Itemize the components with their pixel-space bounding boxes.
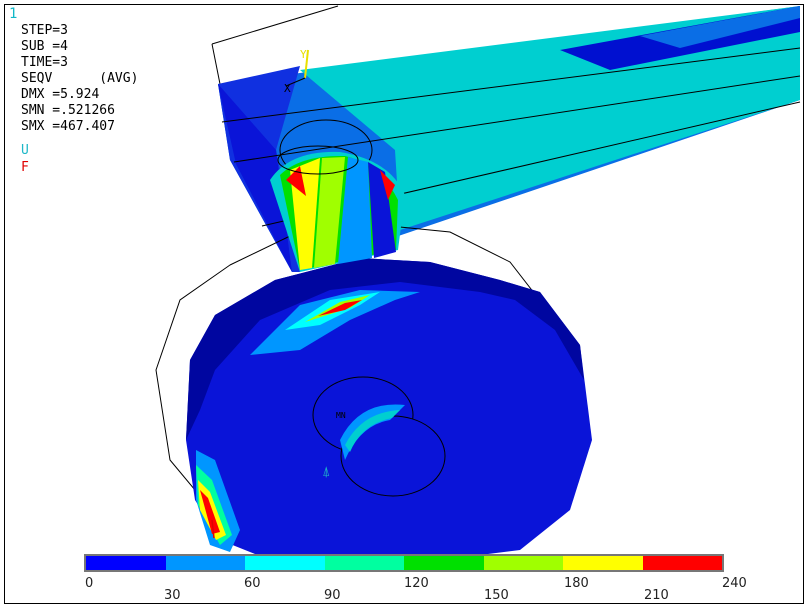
info-result-type: SEQV (AVG) <box>21 71 139 86</box>
colorbar-label: 180 <box>564 576 589 591</box>
colorbar-segment <box>165 556 245 570</box>
node-label: MN <box>336 411 346 420</box>
colorbar-label: 0 <box>85 576 94 591</box>
colorbar-segment <box>245 556 325 570</box>
colorbar-label: 210 <box>644 588 669 603</box>
colorbar-label: 90 <box>324 588 341 603</box>
deformed-disc <box>186 258 592 560</box>
colorbar-segment <box>86 556 166 570</box>
colorbar-label: 120 <box>404 576 429 591</box>
triad-y-label: Y <box>300 48 307 61</box>
colorbar-segment <box>324 556 404 570</box>
colorbar-segment <box>642 556 722 570</box>
colorbar-segment <box>404 556 484 570</box>
colorbar-label: 240 <box>722 576 747 591</box>
info-step: STEP=3 <box>21 23 68 38</box>
colorbar-label: 60 <box>244 576 261 591</box>
triad-x-label: X <box>284 82 291 95</box>
window-number: 1 <box>9 6 18 22</box>
info-smx: SMX =467.407 <box>21 119 115 134</box>
info-time: TIME=3 <box>21 55 68 70</box>
info-smn: SMN =.521266 <box>21 103 115 118</box>
colorbar-segment <box>483 556 563 570</box>
colorbar-label: 30 <box>164 588 181 603</box>
contour-colorbar <box>84 554 724 572</box>
fea-contour-plot[interactable]: Y X MN ⍋ <box>0 0 810 610</box>
colorbar-segment <box>563 556 643 570</box>
legend-force: F <box>21 160 29 175</box>
legend-displacement: U <box>21 143 29 158</box>
info-dmx: DMX =5.924 <box>21 87 100 102</box>
boundary-marker-icon: ⍋ <box>322 464 330 480</box>
colorbar-label: 150 <box>484 588 509 603</box>
info-sub: SUB =4 <box>21 39 68 54</box>
